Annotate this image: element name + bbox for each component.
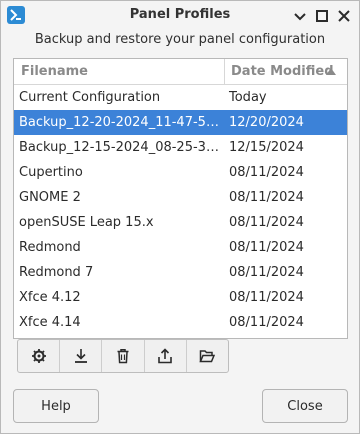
column-header-filename[interactable]: Filename [21, 64, 88, 79]
cell-date-modified: 08/11/2024 [229, 190, 304, 205]
cell-filename: GNOME 2 [19, 190, 81, 205]
minimize-icon [294, 13, 306, 21]
cell-date-modified: 12/20/2024 [229, 115, 304, 130]
cell-date-modified: 08/11/2024 [229, 215, 304, 230]
maximize-button[interactable] [313, 7, 331, 25]
maximize-icon [316, 10, 328, 22]
cell-date-modified: 08/11/2024 [229, 290, 304, 305]
panel-profiles-window: Panel Profiles Backup and restore your p… [0, 0, 360, 434]
export-button[interactable] [145, 340, 187, 372]
table-header: Filename Date Modified [14, 59, 347, 85]
cell-filename: Redmond [19, 240, 81, 255]
cell-date-modified: 08/11/2024 [229, 315, 304, 330]
table-row[interactable]: Xfce 4.12 08/11/2024 [14, 285, 347, 310]
cell-date-modified: 12/15/2024 [229, 140, 304, 155]
close-button[interactable]: Close [262, 389, 348, 423]
close-icon [338, 10, 350, 22]
table-row[interactable]: Redmond 7 08/11/2024 [14, 260, 347, 285]
table-body: Current Configuration Today Backup_12-20-2… [14, 85, 347, 335]
table-row[interactable]: Backup_12-15-2024_08-25-30_... 12/15/2024 [14, 135, 347, 160]
cell-filename: Redmond 7 [19, 265, 94, 280]
sort-ascending-icon [326, 68, 336, 75]
close-window-button[interactable] [335, 7, 353, 25]
cell-filename: Cupertino [19, 165, 83, 180]
cell-filename: openSUSE Leap 15.x [19, 215, 154, 230]
cell-filename: Backup_12-20-2024_11-47-56_... [19, 115, 221, 130]
settings-icon [31, 349, 46, 363]
table-row[interactable]: Redmond 08/11/2024 [14, 235, 347, 260]
download-button[interactable] [60, 340, 103, 372]
cell-filename: Backup_12-15-2024_08-25-30_... [19, 140, 221, 155]
minimize-button[interactable] [291, 7, 309, 25]
table-row[interactable]: Xfce 4.14 08/11/2024 [14, 310, 347, 335]
profile-toolbar [17, 339, 229, 373]
table-row[interactable]: Cupertino 08/11/2024 [14, 160, 347, 185]
export-icon [158, 348, 173, 364]
trash-icon [117, 349, 129, 364]
title-bar[interactable]: Panel Profiles [1, 1, 359, 31]
settings-button[interactable] [18, 340, 61, 372]
cell-date-modified: Today [229, 90, 267, 105]
table-row[interactable]: Backup_12-20-2024_11-47-56_... 12/20/2024 [14, 110, 347, 135]
cell-filename: Xfce 4.12 [19, 290, 81, 305]
cell-date-modified: 08/11/2024 [229, 265, 304, 280]
column-header-date-modified[interactable]: Date Modified [231, 64, 334, 79]
delete-button[interactable] [102, 340, 145, 372]
cell-filename: Xfce 4.14 [19, 315, 81, 330]
subtitle: Backup and restore your panel configurat… [34, 32, 326, 47]
folder-open-icon [199, 350, 216, 363]
import-folder-button[interactable] [187, 340, 228, 372]
cell-filename: Current Configuration [19, 90, 161, 105]
download-icon [74, 349, 87, 363]
profiles-list[interactable]: Filename Date Modified Current Configura… [13, 58, 348, 339]
cell-date-modified: 08/11/2024 [229, 165, 304, 180]
table-row[interactable]: Current Configuration Today [14, 85, 347, 110]
table-row[interactable]: openSUSE Leap 15.x 08/11/2024 [14, 210, 347, 235]
cell-date-modified: 08/11/2024 [229, 240, 304, 255]
help-button[interactable]: Help [13, 389, 99, 423]
column-separator[interactable] [224, 59, 225, 84]
table-row[interactable]: GNOME 2 08/11/2024 [14, 185, 347, 210]
